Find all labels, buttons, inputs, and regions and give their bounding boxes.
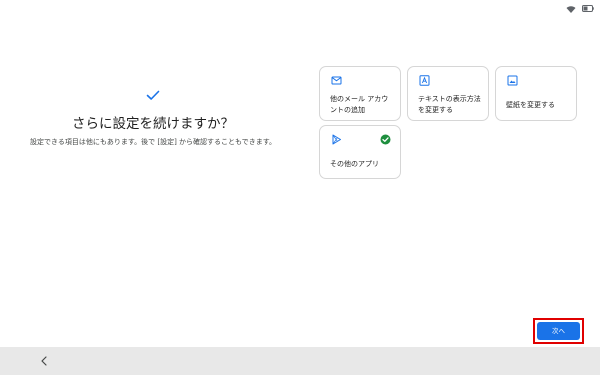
card-label: 壁紙を変更する [506, 101, 555, 109]
mail-icon [331, 76, 342, 85]
back-arrow-icon[interactable] [38, 355, 50, 367]
card-label: 他のメール アカウントの追加 [330, 95, 389, 114]
page-subtitle: 設定できる項目は他にもあります。後で [設定] から確認することもできます。 [29, 138, 277, 146]
check-circle-icon [380, 134, 391, 145]
wifi-icon [566, 6, 576, 13]
battery-icon [582, 5, 594, 12]
status-bar [0, 0, 600, 18]
next-button[interactable]: 次へ [537, 322, 580, 340]
checkmark-icon [146, 90, 160, 100]
play-store-icon [332, 134, 341, 145]
text-display-icon [419, 75, 430, 86]
page-title: さらに設定を続けますか？ [72, 116, 234, 132]
card-change-wallpaper[interactable]: 壁紙を変更する [495, 66, 577, 121]
navigation-bar [0, 347, 600, 375]
card-label: その他のアプリ [330, 160, 379, 168]
wallpaper-icon [507, 75, 518, 86]
card-add-email-account[interactable]: 他のメール アカウントの追加 [319, 66, 401, 121]
card-change-text-display[interactable]: テキストの表示方法を変更する [407, 66, 489, 121]
card-label: テキストの表示方法を変更する [418, 95, 481, 114]
card-other-apps[interactable]: その他のアプリ [319, 125, 401, 179]
